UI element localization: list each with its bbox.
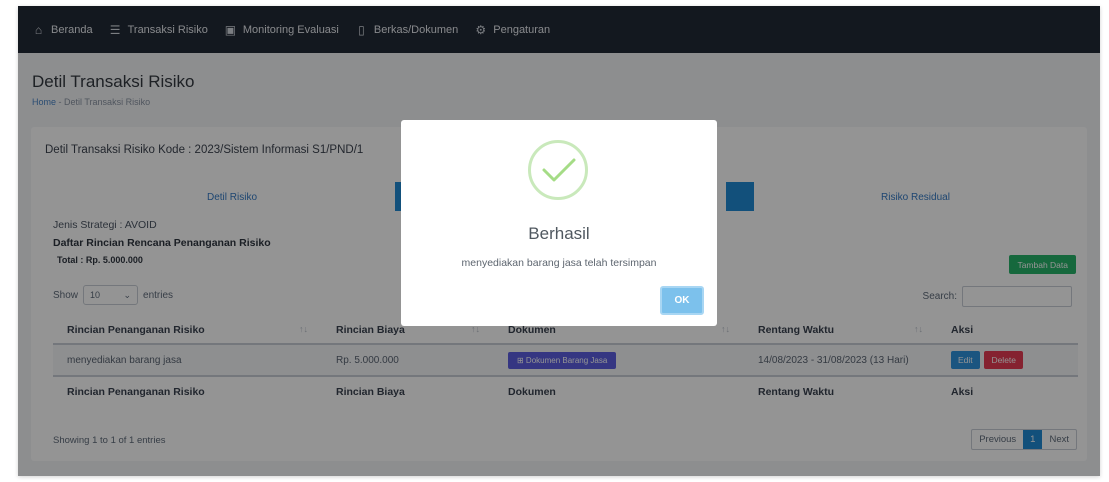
success-dialog: Berhasil menyediakan barang jasa telah t…	[401, 120, 717, 326]
checkmark-icon	[528, 140, 588, 200]
app-window: ⌂ Beranda ☰ Transaksi Risiko ▣ Monitorin…	[18, 6, 1100, 476]
ok-button[interactable]: OK	[660, 286, 704, 315]
dialog-message: menyediakan barang jasa telah tersimpan	[461, 257, 657, 269]
dialog-title: Berhasil	[528, 224, 590, 243]
